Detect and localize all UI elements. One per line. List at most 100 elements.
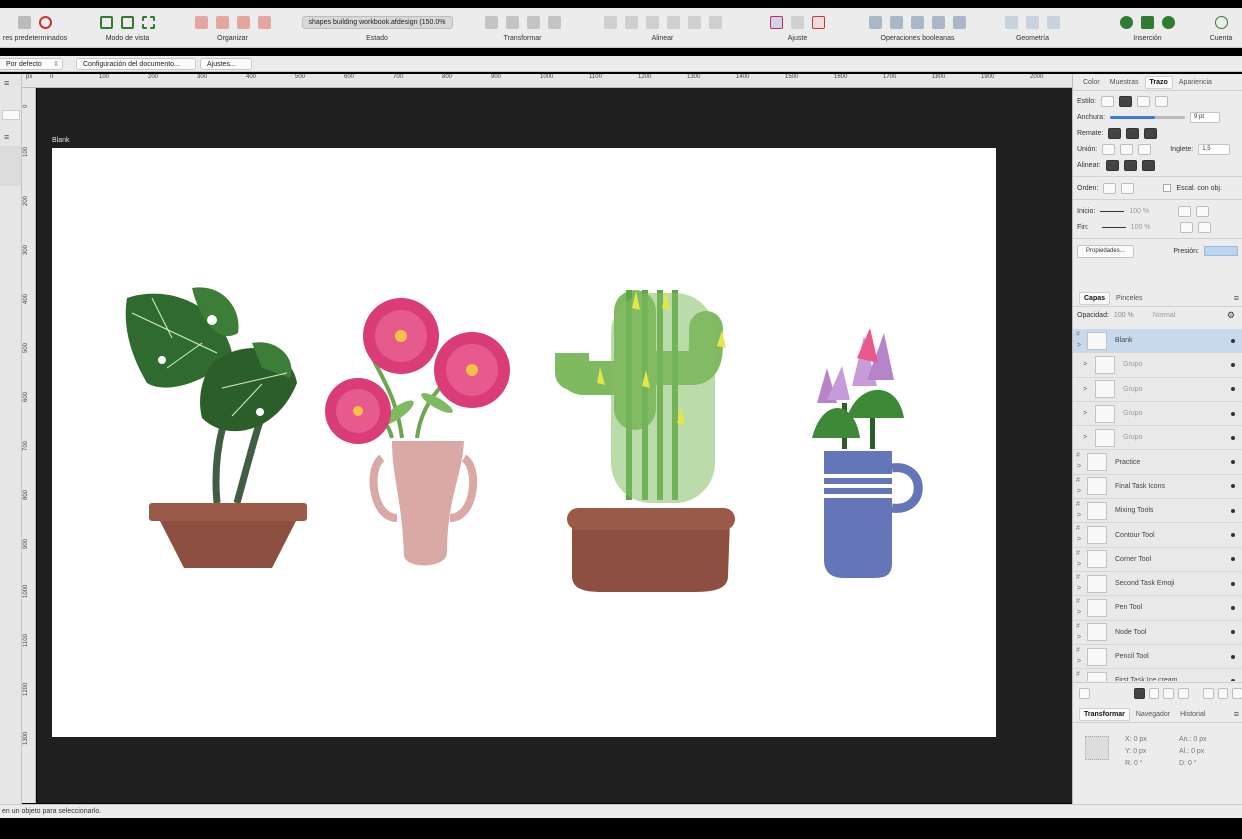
expand-chevron-icon[interactable]: >: [1077, 342, 1081, 349]
anchor-selector[interactable]: [1085, 736, 1109, 760]
layer-row[interactable]: > Grupo: [1073, 378, 1242, 402]
transform-x-field[interactable]: X: 0 px: [1125, 734, 1147, 746]
live-filter-icon[interactable]: [1178, 688, 1189, 699]
transform-r-field[interactable]: R: 0 °: [1125, 758, 1147, 770]
stroke-behind-icon[interactable]: [1103, 182, 1117, 194]
properties-button[interactable]: Propiedades...: [1077, 244, 1134, 258]
expand-chevron-icon[interactable]: >: [1077, 585, 1081, 592]
toolbar-view-mode-group[interactable]: Modo de vista: [90, 14, 165, 42]
expand-chevron-icon[interactable]: >: [1083, 434, 1087, 441]
visibility-dot-icon[interactable]: [1231, 460, 1235, 465]
visibility-dot-icon[interactable]: [1231, 435, 1235, 440]
align-outside-icon[interactable]: [1141, 159, 1155, 171]
visibility-dot-icon[interactable]: [1231, 484, 1235, 489]
layer-row[interactable]: # > Second Task Emoji: [1073, 572, 1242, 597]
align-inside-icon[interactable]: [1105, 159, 1119, 171]
cactus[interactable]: [555, 290, 726, 503]
expand-chevron-icon[interactable]: >: [1077, 609, 1081, 616]
tab-brushes[interactable]: Pinceles: [1112, 293, 1146, 304]
layer-row[interactable]: # > Mixing Tools: [1073, 499, 1242, 524]
gear-icon[interactable]: ⚙: [1227, 310, 1235, 321]
layer-row[interactable]: > Grupo: [1073, 402, 1242, 427]
toolbar-presets-group[interactable]: res predeterminados: [0, 14, 70, 42]
tab-transform[interactable]: Transformar: [1079, 707, 1130, 721]
no-stroke-icon[interactable]: [1101, 95, 1115, 107]
pink-flowers[interactable]: [325, 298, 510, 444]
tab-stroke[interactable]: Trazo: [1144, 75, 1173, 89]
layer-row[interactable]: # > Pencil Tool: [1073, 645, 1242, 670]
expand-chevron-icon[interactable]: >: [1077, 561, 1081, 568]
layer-row[interactable]: # > Blank: [1073, 329, 1242, 354]
expand-chevron-icon[interactable]: >: [1077, 658, 1081, 665]
visibility-dot-icon[interactable]: [1231, 605, 1235, 610]
tab-swatches[interactable]: Muestras: [1106, 77, 1143, 88]
toolbar-state-group[interactable]: shapes building workbook.afdesign (150.0…: [301, 14, 453, 42]
toolbar-geometry-group[interactable]: Geometría: [990, 14, 1075, 42]
expand-chevron-icon[interactable]: >: [1077, 634, 1081, 641]
stroke-width-slider[interactable]: [1110, 115, 1186, 119]
blue-mug[interactable]: [824, 451, 923, 578]
arrow-settings-icon[interactable]: [1197, 221, 1211, 233]
toolbar-account-group[interactable]: Cuenta: [1200, 14, 1242, 42]
document-setup-button[interactable]: Configuración del documento...: [76, 58, 196, 70]
transform-h-field[interactable]: Al.: 0 px: [1179, 746, 1207, 758]
layer-row[interactable]: # > Final Task Icons: [1073, 475, 1242, 500]
brush-stroke-icon[interactable]: [1155, 95, 1169, 107]
miter-join-icon[interactable]: [1102, 143, 1116, 155]
succulent[interactable]: [812, 328, 904, 449]
visibility-dot-icon[interactable]: [1231, 362, 1235, 367]
transform-d-field[interactable]: D: 0 °: [1179, 758, 1207, 770]
layer-row[interactable]: # > Contour Tool: [1073, 523, 1242, 548]
layer-opacity-value[interactable]: 100 %: [1114, 312, 1134, 319]
panel-menu-icon[interactable]: ≡: [4, 132, 9, 142]
toolbar-snapping-group[interactable]: Ajuste: [760, 14, 835, 42]
pink-vase[interactable]: [369, 441, 478, 566]
miter-input[interactable]: 1,5: [1198, 143, 1231, 155]
panel-menu-icon[interactable]: ≡: [4, 78, 9, 88]
round-cap-icon[interactable]: [1126, 127, 1140, 139]
expand-chevron-icon[interactable]: >: [1077, 536, 1081, 543]
mask-icon[interactable]: [1133, 688, 1145, 699]
visibility-dot-icon[interactable]: [1231, 533, 1235, 538]
toolbar-boolean-group[interactable]: Operaciones booleanas: [860, 14, 975, 42]
toolbar-insert-group[interactable]: Inserción: [1110, 14, 1185, 42]
monstera-plant[interactable]: [125, 287, 297, 504]
stroke-width-input[interactable]: 9 pt: [1190, 111, 1221, 123]
tool-option-field[interactable]: [2, 110, 20, 120]
arrow-right-icon[interactable]: [1178, 205, 1192, 217]
expand-chevron-icon[interactable]: >: [1077, 463, 1081, 470]
visibility-dot-icon[interactable]: [1231, 338, 1235, 343]
trash-icon[interactable]: [1232, 688, 1242, 699]
add-layer-icon[interactable]: [1202, 688, 1214, 699]
toolbar-arrange-group[interactable]: Organizar: [190, 14, 275, 42]
visibility-dot-icon[interactable]: [1231, 654, 1235, 659]
toolbar-transform-group[interactable]: Transformar: [480, 14, 565, 42]
layer-row[interactable]: # > Node Tool: [1073, 621, 1242, 645]
adjustments-button[interactable]: Ajustes...: [200, 58, 252, 70]
solid-line-icon[interactable]: [1119, 95, 1133, 107]
expand-chevron-icon[interactable]: >: [1077, 488, 1081, 495]
expand-chevron-icon[interactable]: >: [1083, 386, 1087, 393]
layer-row[interactable]: # > Corner Tool: [1073, 548, 1242, 572]
transform-w-field[interactable]: An.: 0 px: [1179, 734, 1207, 746]
layer-row[interactable]: #>First Task Ice cream: [1073, 669, 1242, 681]
bevel-join-icon[interactable]: [1138, 143, 1152, 155]
expand-chevron-icon[interactable]: >: [1083, 410, 1087, 417]
pressure-curve-preview[interactable]: [1204, 246, 1238, 256]
artboard[interactable]: [52, 148, 996, 737]
visibility-dot-icon[interactable]: [1231, 557, 1235, 562]
toolbar-align-group[interactable]: Alinear: [595, 14, 730, 42]
panel-menu-icon[interactable]: ≡: [1234, 709, 1239, 719]
expand-chevron-icon[interactable]: >: [1083, 361, 1087, 368]
arrow-start-percent[interactable]: 100 %: [1129, 208, 1149, 215]
visibility-dot-icon[interactable]: [1231, 508, 1235, 513]
visibility-dot-icon[interactable]: [1231, 581, 1235, 586]
square-cap-icon[interactable]: [1144, 127, 1158, 139]
stroke-front-icon[interactable]: [1121, 182, 1135, 194]
arrow-start-select[interactable]: [1100, 210, 1125, 212]
terracotta-pot[interactable]: [149, 503, 307, 568]
blend-mode-select[interactable]: Normal: [1153, 312, 1176, 319]
arrow-end-percent[interactable]: 100 %: [1131, 224, 1151, 231]
visibility-dot-icon[interactable]: [1231, 411, 1235, 416]
layer-row[interactable]: # > Pen Tool: [1073, 596, 1242, 621]
